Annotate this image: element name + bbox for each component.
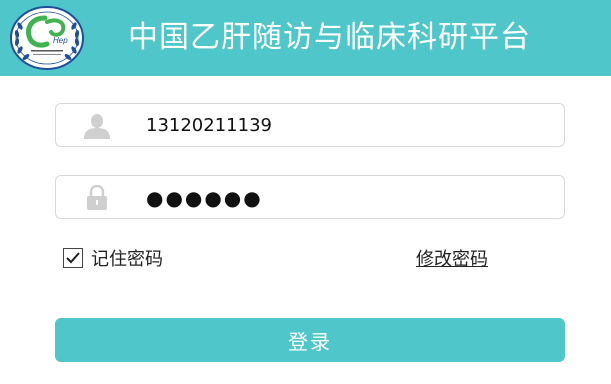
login-button[interactable]: 登录 xyxy=(55,318,565,362)
checkmark-icon xyxy=(66,252,80,264)
remember-label: 记住密码 xyxy=(91,249,163,270)
login-page: Hep 中国乙肝随访与临床科研平台 13120211139 ●●●●●● 记住密… xyxy=(0,0,611,384)
remember-password[interactable]: 记住密码 xyxy=(63,246,163,270)
username-value[interactable]: 13120211139 xyxy=(146,104,272,148)
lock-icon xyxy=(82,184,112,211)
password-field[interactable]: ●●●●●● xyxy=(55,175,565,219)
password-value[interactable]: ●●●●●● xyxy=(146,176,263,220)
header-bar: Hep 中国乙肝随访与临床科研平台 xyxy=(0,0,611,76)
hepatitis-logo-icon: Hep xyxy=(7,4,87,72)
user-icon xyxy=(82,113,112,139)
change-password-link[interactable]: 修改密码 xyxy=(416,245,488,271)
logo-text: Hep xyxy=(53,36,68,45)
app-title: 中国乙肝随访与临床科研平台 xyxy=(128,20,531,55)
remember-checkbox[interactable] xyxy=(63,248,83,268)
username-field[interactable]: 13120211139 xyxy=(55,103,565,147)
